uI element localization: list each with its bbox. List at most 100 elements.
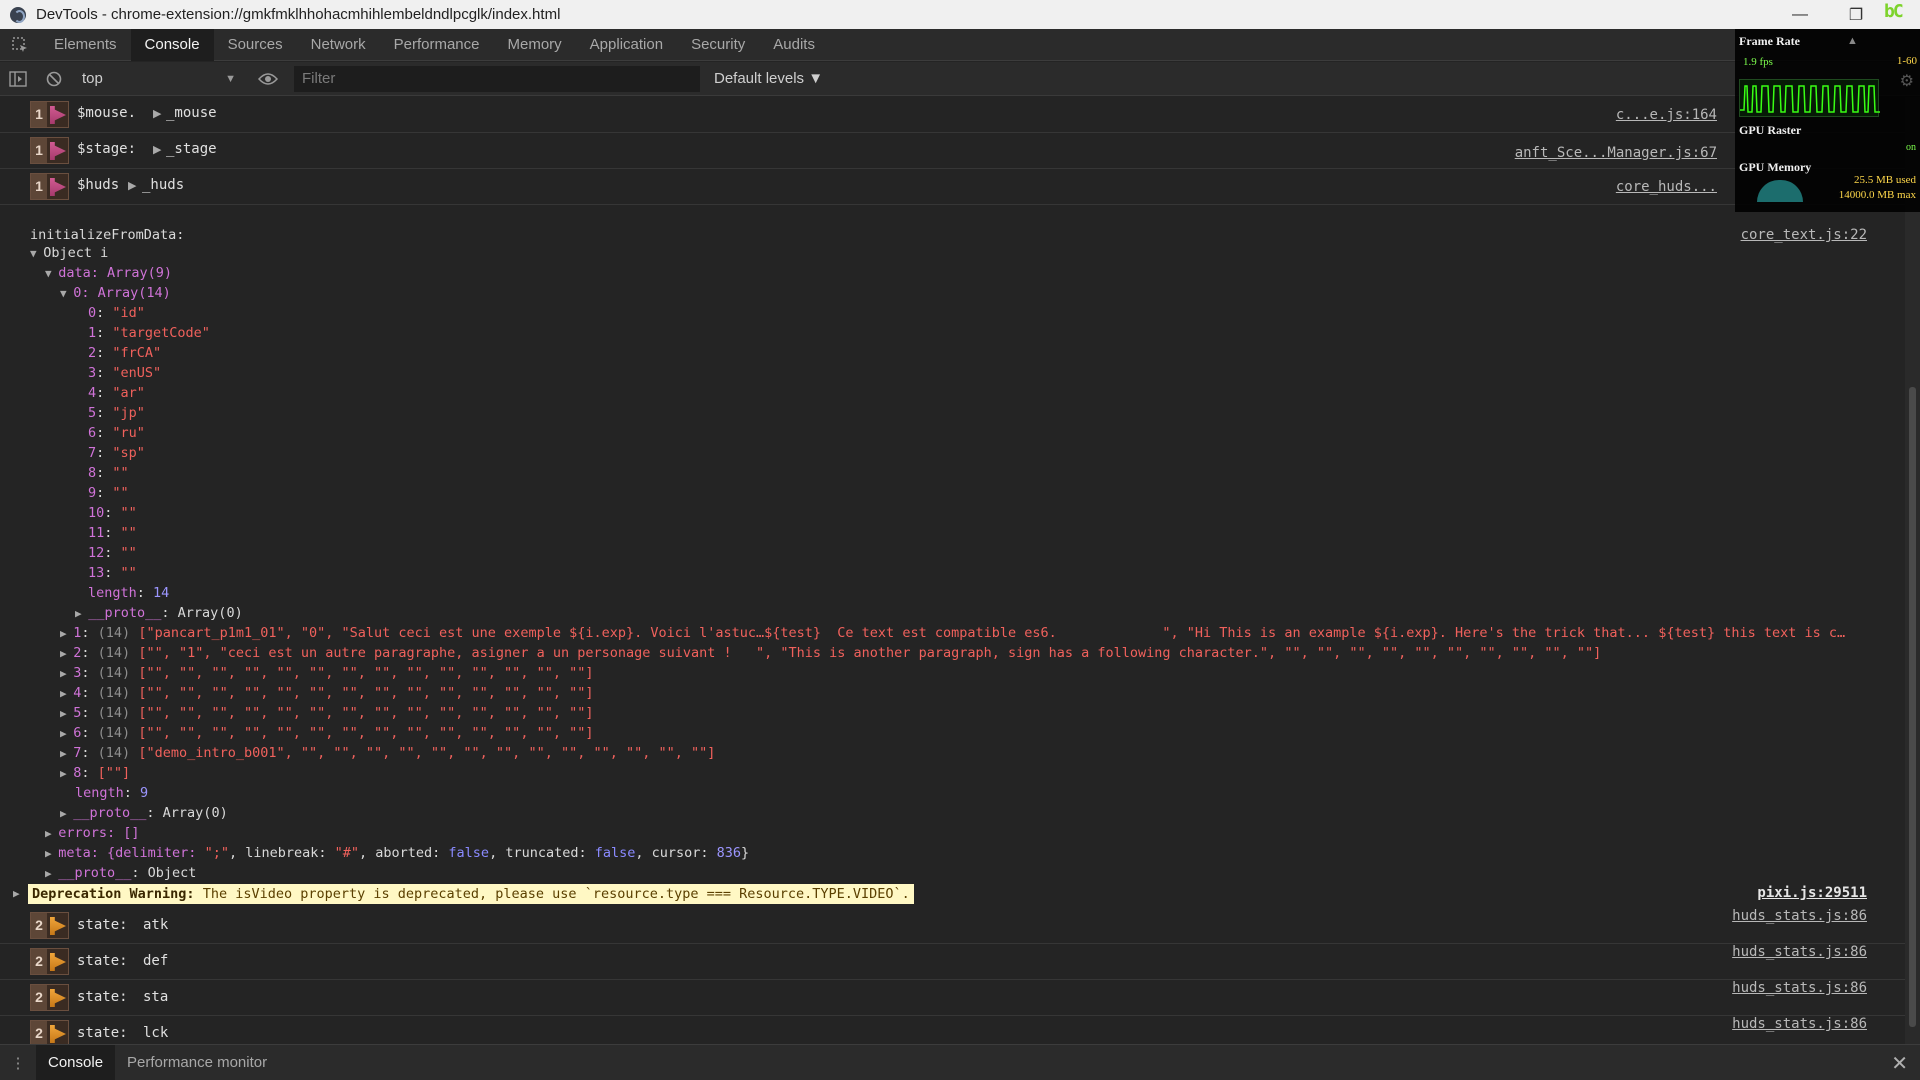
- object-root-line[interactable]: ▼ Object i: [30, 243, 108, 264]
- source-link[interactable]: c...e.js:164: [1616, 107, 1717, 123]
- length-key: length: [75, 785, 124, 801]
- expand-triangle-icon[interactable]: ▶: [60, 687, 73, 700]
- expand-triangle-icon[interactable]: ▶: [60, 667, 73, 680]
- source-link[interactable]: core_huds...: [1616, 179, 1717, 195]
- tab-elements[interactable]: Elements: [40, 29, 131, 61]
- expand-triangle-icon[interactable]: ▶: [153, 143, 161, 156]
- expand-triangle-icon[interactable]: ▶: [45, 847, 58, 860]
- gear-icon[interactable]: ⚙: [1900, 71, 1914, 91]
- tree-token: [92, 245, 100, 261]
- tree-token: :: [104, 525, 121, 541]
- source-link[interactable]: anft_Sce...Manager.js:67: [1515, 145, 1717, 161]
- proto-line[interactable]: ▶ __proto__: Object: [45, 863, 196, 884]
- tab-console[interactable]: Console: [130, 28, 214, 61]
- expand-triangle-icon[interactable]: ▶: [153, 107, 161, 120]
- array-row[interactable]: ▶ 2: (14) ["", "1", "ceci est un autre p…: [60, 643, 1601, 664]
- meta-line[interactable]: ▶ meta: {delimiter: ";", linebreak: "#",…: [45, 843, 749, 864]
- eye-icon[interactable]: [250, 62, 286, 96]
- array-row[interactable]: ▶ 5: (14) ["", "", "", "", "", "", "", "…: [60, 703, 593, 724]
- tree-token: :: [96, 365, 113, 381]
- fps-value: 1.9 fps: [1743, 56, 1773, 68]
- proto-line[interactable]: ▶ __proto__: Array(0): [60, 803, 228, 824]
- object-preview[interactable]: _huds: [142, 177, 184, 193]
- console-scrollbar[interactable]: [1905, 97, 1920, 1044]
- collapse-triangle-icon[interactable]: ▼: [30, 247, 43, 260]
- expand-triangle-icon[interactable]: ▶: [60, 727, 73, 740]
- collapse-triangle-icon[interactable]: ▼: [45, 267, 58, 280]
- flag-icon: [50, 106, 66, 124]
- drawer-tab-performance-monitor[interactable]: Performance monitor: [115, 1045, 279, 1080]
- expand-triangle-icon[interactable]: ▶: [45, 827, 58, 840]
- devtools-app-icon: [10, 6, 26, 23]
- log-title-line: initializeFromData:: [30, 225, 184, 245]
- expand-triangle-icon[interactable]: ▶: [128, 179, 136, 192]
- expand-triangle-icon[interactable]: ▶: [60, 707, 73, 720]
- entry-key: 7: [88, 445, 97, 461]
- expand-triangle-icon[interactable]: ▶: [75, 607, 88, 620]
- object-preview[interactable]: _stage: [166, 141, 217, 157]
- expand-triangle-icon[interactable]: ▶: [13, 884, 20, 904]
- performance-overlay: Frame Rate ▲ 1.9 fps 1-60 GPU Raster on …: [1735, 29, 1920, 212]
- drawer-tab-console[interactable]: Console: [36, 1044, 116, 1080]
- clear-console-icon[interactable]: [36, 62, 72, 96]
- array-row[interactable]: ▶ 8: [""]: [60, 763, 130, 784]
- meta-truncated: false: [594, 845, 636, 861]
- state-value: atk: [143, 917, 169, 933]
- tree-token: :: [123, 785, 141, 801]
- info-icon: i: [100, 245, 109, 261]
- tab-application[interactable]: Application: [576, 29, 677, 61]
- maximize-button[interactable]: ❐: [1828, 0, 1884, 29]
- tab-performance[interactable]: Performance: [380, 29, 494, 61]
- meta-prefix: meta: {delimiter:: [58, 845, 205, 861]
- object-preview[interactable]: _mouse: [166, 105, 217, 121]
- proto-value: Object: [147, 865, 197, 881]
- execution-context-select[interactable]: top ▼: [74, 67, 244, 91]
- expand-triangle-icon[interactable]: ▶: [60, 807, 73, 820]
- console-filter-input[interactable]: [294, 65, 700, 92]
- data-property-line[interactable]: ▼ data: Array(9): [45, 263, 172, 284]
- sidebar-toggle-icon[interactable]: [0, 62, 36, 96]
- drawer-menu-icon[interactable]: ⋮: [0, 1054, 36, 1072]
- gpu-memory-max: 14000.0 MB max: [1838, 189, 1916, 201]
- tab-sources[interactable]: Sources: [214, 29, 297, 61]
- expand-triangle-icon[interactable]: ▶: [60, 647, 73, 660]
- tree-token: :: [96, 345, 113, 361]
- expand-triangle-icon[interactable]: ▶: [60, 627, 73, 640]
- log-levels-dropdown[interactable]: Default levels ▼: [714, 70, 823, 87]
- source-link[interactable]: core_text.js:22: [1741, 227, 1867, 243]
- array-entry: 11: "": [88, 523, 137, 543]
- proto-line[interactable]: ▶ __proto__: Array(0): [75, 603, 243, 624]
- collapse-triangle-icon[interactable]: ▼: [60, 287, 73, 300]
- source-link[interactable]: huds_stats.js:86: [1732, 944, 1867, 960]
- entry-key: 9: [88, 485, 97, 501]
- close-drawer-icon[interactable]: ✕: [1891, 1051, 1908, 1076]
- source-link[interactable]: huds_stats.js:86: [1732, 980, 1867, 996]
- meta-linebreak: "#": [334, 845, 360, 861]
- expand-triangle-icon[interactable]: ▶: [60, 767, 73, 780]
- array-length: (14): [97, 725, 131, 741]
- expand-triangle-icon[interactable]: ▶: [45, 867, 58, 880]
- minimize-button[interactable]: —: [1772, 0, 1828, 29]
- tab-memory[interactable]: Memory: [494, 29, 576, 61]
- inspect-element-icon[interactable]: [0, 29, 40, 61]
- array-row[interactable]: ▶ 3: (14) ["", "", "", "", "", "", "", "…: [60, 663, 593, 684]
- item0-line[interactable]: ▼ 0: Array(14): [60, 283, 171, 304]
- tab-network[interactable]: Network: [297, 29, 380, 61]
- array-length: (14): [97, 665, 131, 681]
- repeat-count-badge: 1: [30, 101, 69, 128]
- array-row[interactable]: ▶ 4: (14) ["", "", "", "", "", "", "", "…: [60, 683, 593, 704]
- tab-audits[interactable]: Audits: [759, 29, 829, 61]
- array-row[interactable]: ▶ 7: (14) ["demo_intro_b001", "", "", ""…: [60, 743, 715, 764]
- tab-security[interactable]: Security: [677, 29, 759, 61]
- expand-triangle-icon[interactable]: ▶: [60, 747, 73, 760]
- source-link[interactable]: huds_stats.js:86: [1732, 908, 1867, 924]
- array-row[interactable]: ▶ 1: (14) ["pancart_p1m1_01", "0", "Salu…: [60, 623, 1845, 644]
- warning-source-link[interactable]: pixi.js:29511: [1757, 885, 1867, 901]
- array-length: (14): [97, 705, 131, 721]
- length-key: length: [88, 585, 137, 601]
- source-link[interactable]: huds_stats.js:86: [1732, 1016, 1867, 1032]
- scrollbar-thumb[interactable]: [1909, 387, 1916, 1027]
- array-row[interactable]: ▶ 6: (14) ["", "", "", "", "", "", "", "…: [60, 723, 593, 744]
- errors-line[interactable]: ▶ errors: []: [45, 823, 140, 844]
- array-entry: 6: "ru": [88, 423, 145, 443]
